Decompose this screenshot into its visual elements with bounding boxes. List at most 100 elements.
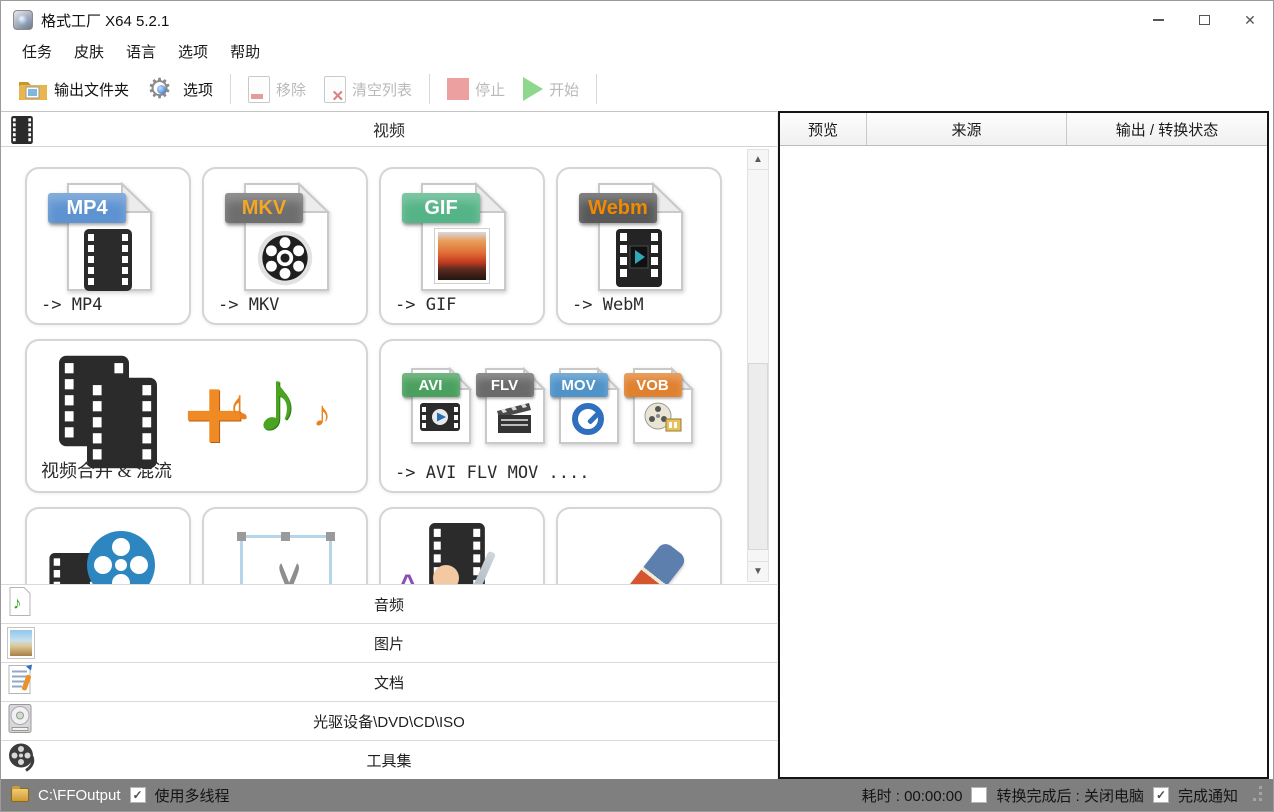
- toolset-reel-icon: [8, 743, 36, 778]
- reel-film-icon: [642, 401, 682, 435]
- scroll-up-icon: ▲: [753, 154, 763, 165]
- tile-video-tool-1[interactable]: [25, 507, 191, 584]
- scroll-up-button[interactable]: ▲: [748, 150, 768, 170]
- resize-grip[interactable]: [1249, 788, 1263, 802]
- category-disc[interactable]: 光驱设备\DVD\CD\ISO: [1, 701, 777, 740]
- tile-label: -> MKV: [218, 295, 279, 315]
- format-panel: 视频 MP4 -> MP4: [1, 111, 778, 779]
- tile-video-tool-3[interactable]: ^: [379, 507, 545, 584]
- scrollbar-thumb[interactable]: [748, 363, 768, 550]
- tile-video-tool-4[interactable]: [556, 507, 722, 584]
- avi-file-icon: AVI: [408, 367, 472, 445]
- options-label: 选项: [183, 79, 213, 100]
- scrollbar-track[interactable]: [748, 170, 768, 561]
- video-section-header[interactable]: 视频: [1, 111, 777, 147]
- close-button[interactable]: ✕: [1227, 1, 1273, 39]
- start-button[interactable]: 开始: [514, 70, 588, 108]
- app-window: 格式工厂 X64 5.2.1 ✕ 任务 皮肤 语言 选项 帮助 输出文件夹 ⚙: [0, 0, 1274, 812]
- shutdown-checkbox[interactable]: ✓: [971, 787, 987, 803]
- notify-checkbox[interactable]: ✓: [1153, 787, 1169, 803]
- category-label: 文档: [374, 672, 404, 693]
- mp4-badge: MP4: [48, 193, 126, 223]
- flv-badge: FLV: [476, 373, 534, 397]
- toolbar: 输出文件夹 ⚙ 选项 移除 ✕ 清空列表 停止 开始: [1, 67, 1273, 111]
- elapsed-time: 耗时 : 00:00:00: [862, 785, 963, 806]
- scroll-down-button[interactable]: ▼: [748, 561, 768, 581]
- task-list-body[interactable]: [780, 146, 1267, 777]
- clear-list-button[interactable]: ✕ 清空列表: [315, 70, 421, 108]
- start-label: 开始: [549, 79, 579, 100]
- tile-label: -> GIF: [395, 295, 456, 315]
- window-title: 格式工厂 X64 5.2.1: [41, 10, 169, 31]
- audio-icon: ♪: [8, 587, 32, 622]
- stop-button[interactable]: 停止: [438, 70, 514, 108]
- app-logo-icon: [13, 10, 33, 30]
- statusbar: C:\FFOutput ✓ 使用多线程 耗时 : 00:00:00 ✓ 转换完成…: [1, 779, 1273, 811]
- minimize-button[interactable]: [1135, 1, 1181, 39]
- clapperboard-icon: [495, 401, 533, 435]
- webm-file-icon: Webm: [593, 181, 685, 293]
- mov-file-icon: MOV: [556, 367, 620, 445]
- output-path-folder-icon[interactable]: [11, 788, 29, 802]
- column-output-status[interactable]: 输出 / 转换状态: [1067, 113, 1267, 145]
- maximize-button[interactable]: [1181, 1, 1227, 39]
- flv-file-icon: FLV: [482, 367, 546, 445]
- category-document[interactable]: 文档: [1, 662, 777, 701]
- quicktime-icon: [570, 401, 606, 437]
- main-area: 视频 MP4 -> MP4: [1, 111, 1273, 779]
- tile-video-tool-2[interactable]: ✂: [202, 507, 368, 584]
- task-list-header: 预览 来源 输出 / 转换状态: [780, 113, 1267, 146]
- menu-skin[interactable]: 皮肤: [63, 39, 115, 67]
- filmstrip-icon: [84, 229, 132, 291]
- mp4-file-icon: MP4: [62, 181, 154, 293]
- category-toolset[interactable]: 工具集: [1, 740, 777, 779]
- menu-options[interactable]: 选项: [167, 39, 219, 67]
- category-picture[interactable]: 图片: [1, 623, 777, 662]
- remove-icon: [248, 76, 270, 103]
- tile-to-webm[interactable]: Webm -> WebM: [556, 167, 722, 325]
- eraser-icon: [558, 509, 720, 584]
- vob-file-icon: VOB: [630, 367, 694, 445]
- category-label: 工具集: [366, 750, 411, 771]
- multi-format-icons: AVI FLV: [381, 367, 720, 445]
- video-tiles-viewport: MP4 -> MP4 MKV: [1, 147, 777, 584]
- tile-to-avi-flv-mov[interactable]: AVI FLV: [379, 339, 722, 493]
- tile-to-mkv[interactable]: MKV -> MKV: [202, 167, 368, 325]
- tile-to-gif[interactable]: GIF -> GIF: [379, 167, 545, 325]
- tile-to-mp4[interactable]: MP4 -> MP4: [25, 167, 191, 325]
- tile-video-merge-mux[interactable]: + ♪ ♪ ♪ 视频合并 & 混流: [25, 339, 368, 493]
- remove-label: 移除: [276, 79, 306, 100]
- vertical-scrollbar[interactable]: ▲ ▼: [747, 149, 769, 582]
- menu-task[interactable]: 任务: [11, 39, 63, 67]
- vob-badge: VOB: [624, 373, 682, 397]
- watermark-person-icon: ^: [381, 509, 543, 584]
- filmstrip-icon: [11, 116, 33, 144]
- remove-button[interactable]: 移除: [239, 70, 315, 108]
- avi-badge: AVI: [402, 373, 460, 397]
- minimize-icon: [1153, 19, 1164, 21]
- stop-icon: [447, 78, 469, 100]
- menu-language[interactable]: 语言: [115, 39, 167, 67]
- multithread-checkbox[interactable]: ✓: [130, 787, 146, 803]
- tile-label: -> MP4: [41, 295, 102, 315]
- tile-label: 视频合并 & 混流: [41, 457, 172, 483]
- output-folder-button[interactable]: 输出文件夹: [9, 70, 138, 108]
- shutdown-label: 转换完成后 : 关闭电脑: [996, 785, 1144, 806]
- music-note-icon: ♪: [255, 351, 299, 451]
- menu-help[interactable]: 帮助: [219, 39, 271, 67]
- task-list-panel: 预览 来源 输出 / 转换状态: [778, 111, 1269, 779]
- multithread-label: 使用多线程: [155, 785, 230, 806]
- column-source[interactable]: 来源: [867, 113, 1067, 145]
- menubar: 任务 皮肤 语言 选项 帮助: [1, 39, 1273, 67]
- sunset-photo-icon: [435, 229, 489, 283]
- output-path[interactable]: C:\FFOutput: [38, 787, 121, 804]
- options-button[interactable]: ⚙ 选项: [138, 70, 222, 108]
- notify-label: 完成通知: [1178, 785, 1238, 806]
- mov-badge: MOV: [550, 373, 608, 397]
- toolbar-separator: [230, 74, 231, 104]
- svg-text:♪: ♪: [13, 594, 22, 613]
- category-audio[interactable]: ♪ 音频: [1, 584, 777, 623]
- gear-icon: ⚙: [147, 74, 177, 104]
- column-preview[interactable]: 预览: [780, 113, 867, 145]
- clear-list-icon: ✕: [324, 76, 346, 103]
